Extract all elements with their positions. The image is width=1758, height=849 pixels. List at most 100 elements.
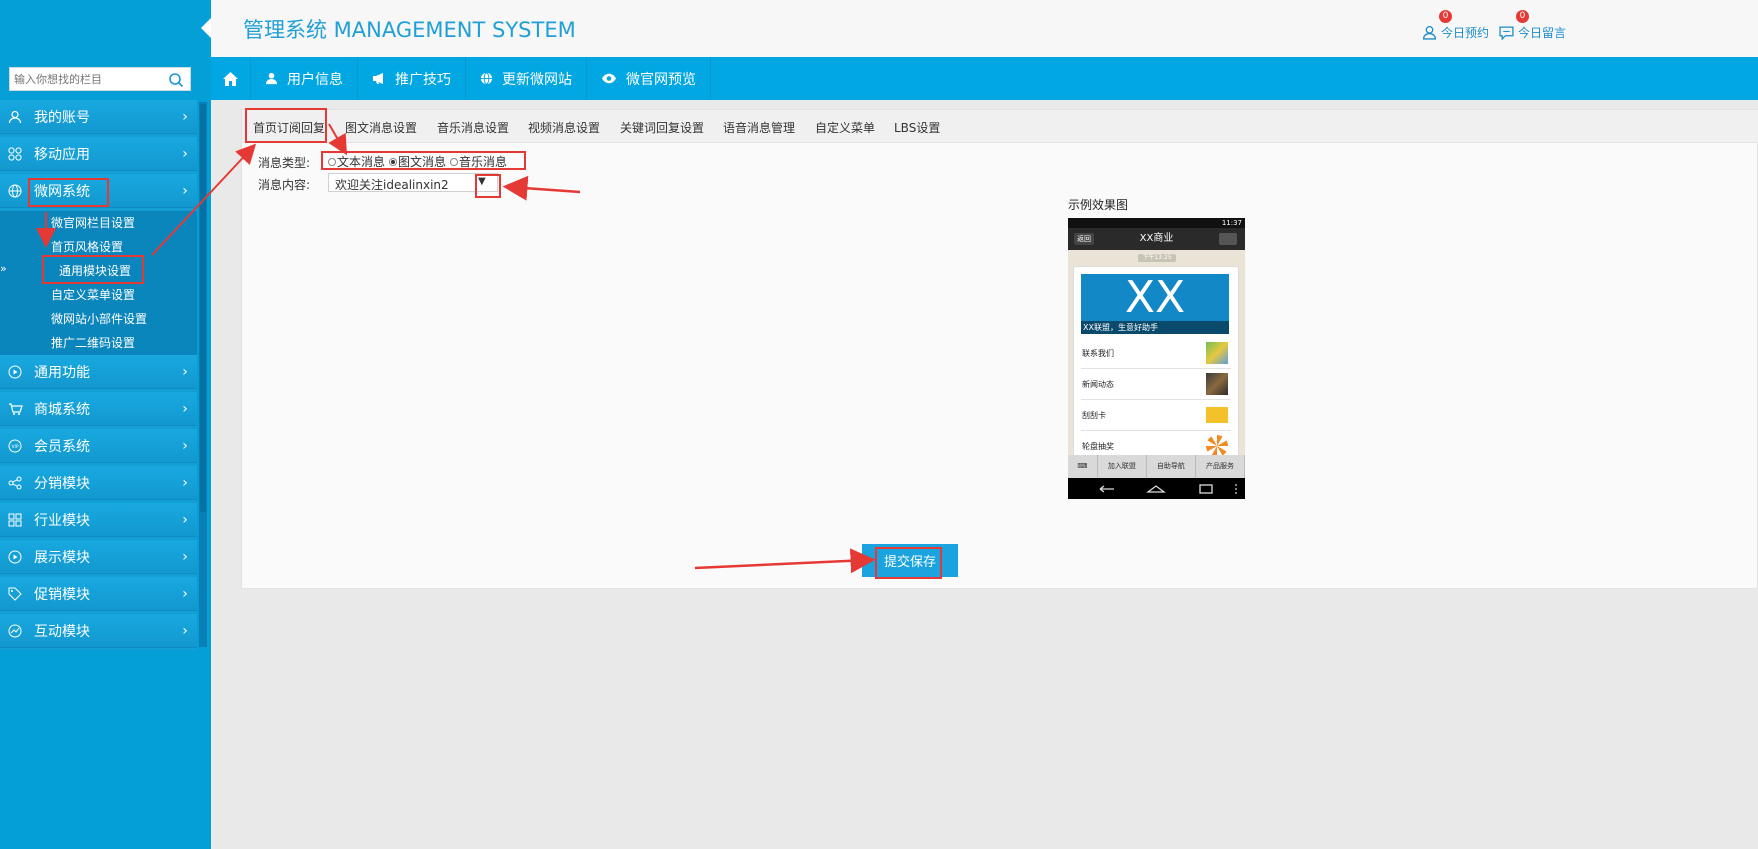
news-thumbnail xyxy=(1206,373,1228,395)
highlight-box xyxy=(28,178,109,207)
sidebar-item-label: 会员系统 xyxy=(34,438,90,455)
tab-music-message[interactable]: 音乐消息设置 xyxy=(437,119,509,136)
phone-row-label: 刮刮卡 xyxy=(1082,411,1106,420)
phone-row: 刮刮卡 xyxy=(1081,400,1231,431)
chevron-right-icon: › xyxy=(182,363,188,380)
preview-label: 示例效果图 xyxy=(1068,198,1129,212)
tab-news-message[interactable]: 图文消息设置 xyxy=(345,119,417,136)
nav-site-preview[interactable]: 微官网预览 xyxy=(587,57,711,100)
tab-custom-menu[interactable]: 自定义菜单 xyxy=(815,119,875,136)
sidebar-item-label: 展示模块 xyxy=(34,549,90,566)
phone-title: XX商业 xyxy=(1139,233,1174,244)
search-input[interactable] xyxy=(10,68,160,90)
sidebar-item-promotion[interactable]: 促销模块 › xyxy=(0,577,197,611)
tab-bar: 首页订阅回复 图文消息设置 音乐消息设置 视频消息设置 关键词回复设置 语音消息… xyxy=(242,110,1758,143)
today-messages-link[interactable]: 0 今日留言 xyxy=(1499,10,1567,41)
selected-value: 欢迎关注idealinxin2 xyxy=(335,178,449,192)
sidebar-item-display[interactable]: 展示模块 › xyxy=(0,540,197,574)
home-icon xyxy=(223,71,238,86)
sidebar-item-label: 商城系统 xyxy=(34,401,90,418)
chevron-right-icon: › xyxy=(182,400,188,417)
message-type-label: 消息类型: xyxy=(258,156,311,170)
phone-user-icon xyxy=(1219,233,1237,245)
svg-text:VIP: VIP xyxy=(11,444,18,450)
phone-back-button: 返回 xyxy=(1074,233,1094,245)
chart-icon xyxy=(0,624,30,638)
tag-icon xyxy=(0,587,30,601)
sidebar-item-label: 行业模块 xyxy=(34,512,90,529)
phone-menu-item: 加入联盟 xyxy=(1098,455,1147,478)
sidebar-item-interaction[interactable]: 互动模块 › xyxy=(0,614,197,648)
message-content-select[interactable]: 欢迎关注idealinxin2 xyxy=(328,173,498,192)
phone-title-bar: 返回 XX商业 xyxy=(1068,228,1245,250)
tab-video-message[interactable]: 视频消息设置 xyxy=(528,119,600,136)
scratch-card-thumbnail xyxy=(1206,407,1228,423)
phone-row-label: 新闻动态 xyxy=(1082,380,1114,389)
today-appointments-link[interactable]: 0 今日预约 xyxy=(1422,10,1490,41)
phone-bottom-menu: ⌨ 加入联盟 自助导航 产品服务 xyxy=(1068,455,1245,478)
highlight-box xyxy=(475,174,501,198)
chevron-right-icon: › xyxy=(182,548,188,565)
search-icon[interactable] xyxy=(168,72,184,88)
globe-icon xyxy=(480,72,493,85)
scrollbar-thumb[interactable] xyxy=(200,104,206,512)
sidebar-item-industry[interactable]: 行业模块 › xyxy=(0,503,197,537)
submenu-item-qrcode[interactable]: 推广二维码设置 xyxy=(51,334,135,351)
phone-row: 新闻动态 xyxy=(1081,369,1231,400)
sidebar-item-account[interactable]: 我的账号 › xyxy=(0,100,197,134)
nav-update-site[interactable]: 更新微网站 xyxy=(466,57,587,100)
phone-date: 下午13:25 xyxy=(1138,254,1176,262)
phone-row-label: 轮盘抽奖 xyxy=(1082,442,1114,451)
chevron-right-icon: › xyxy=(182,145,188,162)
map-thumbnail xyxy=(1206,342,1228,364)
chevron-right-icon: › xyxy=(182,437,188,454)
keyboard-icon: ⌨ xyxy=(1068,455,1098,478)
sidebar-item-mobile-apps[interactable]: 移动应用 › xyxy=(0,137,197,171)
submenu-item-widgets[interactable]: 微网站小部件设置 xyxy=(51,310,147,327)
chevron-right-icon: › xyxy=(182,108,188,125)
phone-nav-bar xyxy=(1068,478,1245,499)
sidebar-item-label: 我的账号 xyxy=(34,109,90,126)
tab-keyword-reply[interactable]: 关键词回复设置 xyxy=(620,119,704,136)
phone-banner-caption: XX联盟，生意好助手 xyxy=(1081,321,1229,334)
phone-row: 联系我们 xyxy=(1081,338,1231,369)
sidebar-item-label: 分销模块 xyxy=(34,475,90,492)
app-title: 管理系统 MANAGEMENT SYSTEM xyxy=(243,18,576,42)
sidebar-scrollbar[interactable] xyxy=(199,102,207,647)
notification-badge: 0 xyxy=(1439,10,1452,23)
megaphone-icon xyxy=(373,73,383,84)
highlight-box xyxy=(42,255,144,284)
highlight-box xyxy=(875,547,942,579)
wheel-thumbnail xyxy=(1206,435,1228,457)
today-messages-label: 今日留言 xyxy=(1518,26,1567,40)
user-icon xyxy=(265,72,278,85)
nav-user-info[interactable]: 用户信息 xyxy=(251,57,358,100)
submenu-item-column-settings[interactable]: 微官网栏目设置 xyxy=(51,214,135,231)
tab-lbs-settings[interactable]: LBS设置 xyxy=(894,119,940,136)
submenu-item-custom-menu[interactable]: 自定义菜单设置 xyxy=(51,286,135,303)
phone-preview: 11:37 返回 XX商业 下午13:25 XX XX联盟，生意好助手 联系我们… xyxy=(1068,218,1245,499)
nav-label: 用户信息 xyxy=(287,71,343,88)
tab-voice-message[interactable]: 语音消息管理 xyxy=(723,119,795,136)
sidebar: 我的账号 › 移动应用 › 微网系统 › 微官网栏目设置 首页风格设置 » 通用… xyxy=(0,0,211,849)
sidebar-notch xyxy=(201,18,211,38)
sidebar-item-shop[interactable]: 商城系统 › xyxy=(0,392,197,426)
user-icon xyxy=(1422,25,1437,40)
phone-nav-icons xyxy=(1099,484,1237,494)
sidebar-item-label: 移动应用 xyxy=(34,146,90,163)
sidebar-item-common-functions[interactable]: 通用功能 › xyxy=(0,355,197,389)
phone-status-bar: 11:37 xyxy=(1068,218,1245,228)
chevron-right-icon: › xyxy=(182,622,188,639)
chevron-right-icon: › xyxy=(182,182,188,199)
today-appointments-label: 今日预约 xyxy=(1441,26,1490,40)
notification-badge: 0 xyxy=(1516,10,1529,23)
chevron-right-icon: › xyxy=(182,585,188,602)
chevron-right-icon: › xyxy=(182,474,188,491)
sidebar-item-distribution[interactable]: 分销模块 › xyxy=(0,466,197,500)
sidebar-item-member[interactable]: VIP 会员系统 › xyxy=(0,429,197,463)
submenu-item-style-settings[interactable]: 首页风格设置 xyxy=(51,238,123,255)
top-nav: 用户信息 推广技巧 更新微网站 微官网预览 xyxy=(211,57,1758,100)
nav-promotion-tips[interactable]: 推广技巧 xyxy=(358,57,466,100)
home-button[interactable] xyxy=(211,57,251,100)
phone-menu-item: 产品服务 xyxy=(1196,455,1245,478)
